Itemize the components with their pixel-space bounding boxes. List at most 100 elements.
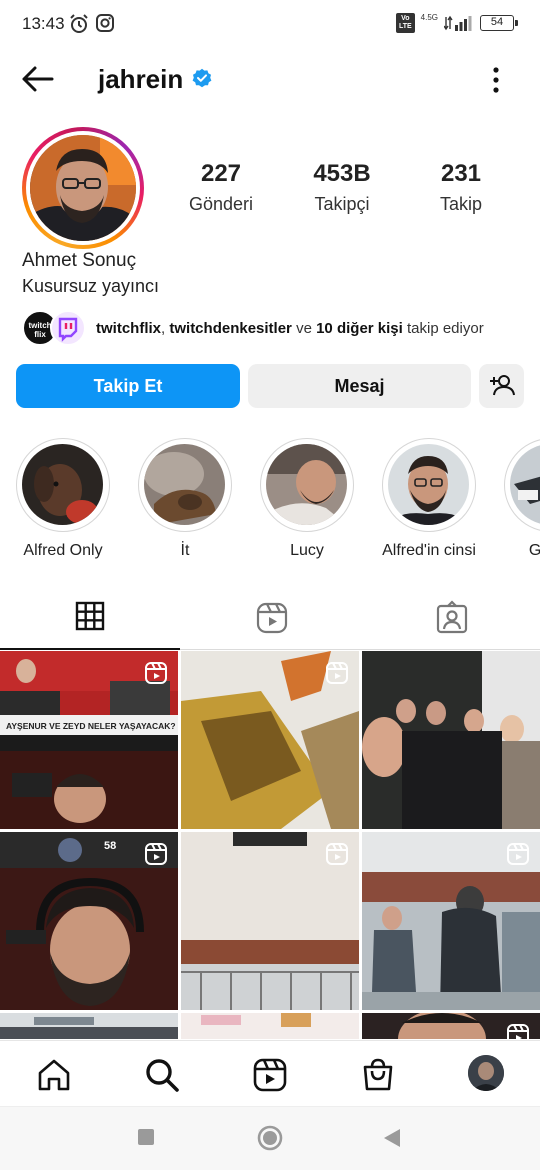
posts-count[interactable]: 227 Gönderi [166, 160, 276, 215]
post-image [181, 1013, 359, 1039]
follower-avatar-twitchdenkesitler [50, 310, 86, 346]
highlight-label: Alfred Only [23, 542, 103, 559]
followers-count-value: 453B [313, 160, 371, 187]
post-thumbnail[interactable] [362, 651, 540, 829]
twitch-logo-icon [58, 317, 78, 342]
followers-count-label: Takipçi [314, 194, 370, 214]
post-thumbnail[interactable] [181, 1013, 359, 1039]
alarm-icon [70, 14, 88, 33]
posts-count-label: Gönderi [188, 194, 254, 214]
posts-grid: AYŞENUR VE ZEYD NELER YAŞAYACAK? 58 [0, 651, 540, 1039]
following-count-value: 231 [440, 160, 482, 187]
nav-profile-avatar[interactable] [468, 1055, 504, 1091]
search-icon [146, 1059, 179, 1092]
shop-icon [363, 1058, 393, 1091]
bottom-navigation [0, 1040, 540, 1106]
tagged-icon [436, 600, 468, 634]
reel-badge-icon [507, 843, 529, 865]
signal-icon [444, 15, 472, 31]
profile-avatar-story-ring[interactable] [22, 127, 144, 249]
followed-by-text: twitchflix, twitchdenkesitler ve 10 diğe… [96, 320, 484, 337]
following-count[interactable]: 231 Takip [406, 160, 516, 215]
story-highlights: Alfred Only İt Lucy Alfred'in cinsi G [0, 438, 540, 568]
followed-by-others[interactable]: 10 diğer kişi [316, 320, 403, 337]
reel-badge-icon [507, 1024, 529, 1039]
profile-username: jahrein [98, 64, 184, 94]
follow-button[interactable]: Takip Et [16, 364, 240, 408]
post-banner-text: AYŞENUR VE ZEYD NELER YAŞAYACAK? [6, 721, 176, 731]
followed-by-user1[interactable]: twitchflix [96, 320, 161, 337]
followed-by-user2[interactable]: twitchdenkesitler [169, 320, 292, 337]
highlight-lucy-image [266, 444, 347, 525]
reel-badge-icon [326, 843, 348, 865]
suggested-users-button[interactable] [479, 364, 524, 408]
profile-header: jahrein [0, 52, 540, 108]
verified-badge-icon [192, 68, 212, 88]
volte-icon: Vo LTE [395, 13, 415, 33]
post-overlay-number: 58 [104, 840, 117, 852]
post-thumbnail[interactable]: AYŞENUR VE ZEYD NELER YAŞAYACAK? [0, 651, 178, 829]
profile-avatar-small [468, 1055, 504, 1091]
post-thumbnail[interactable] [362, 832, 540, 1010]
message-button[interactable]: Mesaj [248, 364, 471, 408]
highlight-label: İt [180, 542, 190, 559]
network-type: 4.5G [420, 12, 438, 22]
tab-tagged[interactable] [360, 590, 540, 650]
highlight-gta5-image [510, 444, 540, 525]
highlight-alfredin-cinsi-image [388, 444, 469, 525]
post-thumbnail[interactable] [181, 651, 359, 829]
system-navigation-bar [0, 1106, 540, 1170]
back-triangle-icon[interactable] [382, 1127, 402, 1149]
profile-photo [30, 135, 136, 241]
post-image [362, 651, 540, 829]
profile-tabs [0, 590, 540, 650]
tab-posts-grid[interactable] [0, 590, 180, 650]
battery-indicator: 54 [480, 15, 518, 31]
nav-home[interactable] [34, 1055, 74, 1095]
profile-avatar [30, 135, 136, 241]
post-thumbnail[interactable] [181, 832, 359, 1010]
highlight-alfred-only[interactable]: Alfred Only [8, 438, 118, 560]
posts-count-value: 227 [200, 160, 242, 187]
nav-shop[interactable] [358, 1055, 398, 1095]
highlight-alfred-only-image [22, 444, 103, 525]
nav-search[interactable] [142, 1055, 182, 1095]
post-thumbnail[interactable]: 58 [0, 832, 178, 1010]
instagram-icon [96, 14, 114, 32]
home-icon [38, 1059, 70, 1091]
post-thumbnail[interactable] [362, 1013, 540, 1039]
reel-badge-icon [145, 662, 167, 684]
recent-apps-icon[interactable] [136, 1127, 156, 1147]
status-indicators: Vo LTE 4.5G 54 [395, 12, 518, 33]
home-circle-icon[interactable] [257, 1125, 283, 1151]
highlight-it[interactable]: İt [130, 438, 240, 560]
highlight-label: Alfred'in cinsi [382, 542, 476, 559]
status-bar: 13:43 Vo LTE 4.5G 54 [0, 0, 540, 50]
back-arrow-icon [22, 66, 54, 92]
grid-icon [75, 601, 105, 631]
highlight-lucy[interactable]: Lucy [252, 438, 362, 560]
status-time: 13:43 [22, 14, 65, 33]
highlight-label: Lucy [290, 542, 324, 559]
post-image [0, 1013, 178, 1039]
reel-badge-icon [145, 843, 167, 865]
reels-icon [253, 1058, 287, 1092]
followers-count[interactable]: 453B Takipçi [287, 160, 397, 215]
more-options-button[interactable] [482, 64, 510, 96]
post-thumbnail[interactable] [0, 1013, 178, 1039]
profile-bio: Kusursuz yayıncı [22, 276, 160, 296]
nav-reels[interactable] [250, 1055, 290, 1095]
more-vertical-icon [493, 67, 499, 93]
highlight-it-image [144, 444, 225, 525]
following-count-label: Takip [439, 194, 483, 214]
back-button[interactable] [20, 64, 56, 94]
tab-reels[interactable] [180, 590, 360, 650]
highlight-gta5[interactable]: GTA 5 [496, 438, 540, 560]
highlight-label: GTA 5 [528, 542, 540, 559]
highlight-alfredin-cinsi[interactable]: Alfred'in cinsi [374, 438, 484, 560]
reels-icon [256, 602, 288, 634]
followed-by-row[interactable]: twitch flix twitchflix, twitchdenkesitle… [22, 310, 532, 350]
profile-full-name: Ahmet Sonuç [22, 250, 137, 271]
reel-badge-icon [326, 662, 348, 684]
add-person-icon [490, 375, 515, 396]
